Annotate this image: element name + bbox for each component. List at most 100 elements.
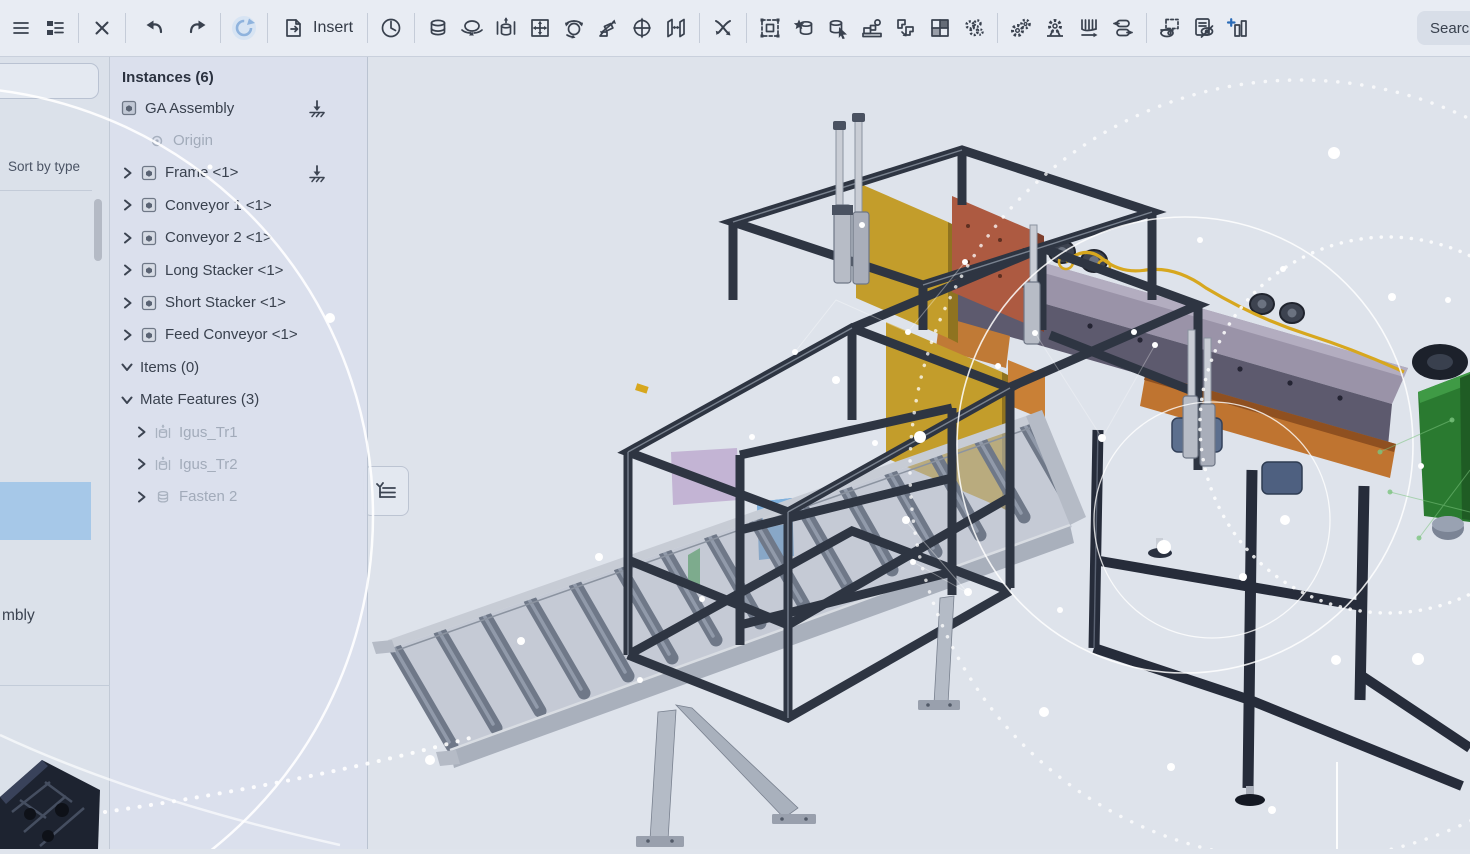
cylindrical-mate-icon[interactable] bbox=[489, 8, 523, 48]
tree-item-label: Frame <1> bbox=[165, 164, 238, 181]
path-relation-icon[interactable] bbox=[706, 8, 740, 48]
add-parts-icon[interactable] bbox=[1221, 8, 1255, 48]
chevron-right-icon[interactable] bbox=[132, 488, 150, 506]
grounded-icon bbox=[307, 99, 327, 118]
transform-icon[interactable] bbox=[821, 8, 855, 48]
selected-list-item[interactable] bbox=[0, 482, 91, 540]
display-states-icon[interactable] bbox=[1187, 8, 1221, 48]
dialog-scrollbar[interactable] bbox=[92, 193, 104, 849]
chevron-right-icon[interactable] bbox=[118, 196, 136, 214]
origin-icon bbox=[148, 132, 166, 150]
assembly-toolbar: Insert bbox=[0, 0, 1470, 57]
mate-item-label: Igus_Tr2 bbox=[179, 456, 238, 473]
items-section[interactable]: Items (0) bbox=[110, 351, 367, 383]
update-icon[interactable] bbox=[227, 8, 261, 48]
tree-item-frame[interactable]: Frame <1> bbox=[110, 157, 367, 189]
ball-mate-icon[interactable] bbox=[557, 8, 591, 48]
instances-panel: Instances (6) GA Assembly Origin Frame <… bbox=[110, 57, 368, 849]
list-view-icon[interactable] bbox=[4, 8, 38, 48]
toolbar-separator bbox=[220, 13, 221, 43]
tree-item-label: Short Stacker <1> bbox=[165, 294, 286, 311]
chevron-right-icon[interactable] bbox=[132, 455, 150, 473]
grounded-icon bbox=[307, 164, 327, 183]
machine-gear-icon[interactable] bbox=[1038, 8, 1072, 48]
star-part-icon[interactable] bbox=[787, 8, 821, 48]
mate-item-label: Igus_Tr1 bbox=[179, 424, 238, 441]
mate-item-label: Fasten 2 bbox=[179, 488, 237, 505]
chevron-right-icon[interactable] bbox=[118, 229, 136, 247]
assembly-icon bbox=[120, 99, 138, 117]
mate-item-fasten2[interactable]: Fasten 2 bbox=[110, 481, 367, 513]
mate-item-igus-tr1[interactable]: Igus_Tr1 bbox=[110, 416, 367, 448]
toolbar-separator bbox=[367, 13, 368, 43]
insert-dialog-panel: Sort by type mbly bbox=[0, 57, 110, 849]
tree-view-icon[interactable] bbox=[38, 8, 72, 48]
tree-list-icon bbox=[373, 478, 399, 504]
chevron-down-icon[interactable] bbox=[118, 358, 136, 376]
chevron-right-icon[interactable] bbox=[118, 261, 136, 279]
pattern-icon[interactable] bbox=[889, 8, 923, 48]
replicate-icon[interactable] bbox=[855, 8, 889, 48]
subassembly-icon bbox=[140, 164, 158, 182]
revolute-mate-icon[interactable] bbox=[455, 8, 489, 48]
planar-mate-icon[interactable] bbox=[523, 8, 557, 48]
tree-item-origin[interactable]: Origin bbox=[110, 124, 367, 156]
gears-cluster-icon[interactable] bbox=[957, 8, 991, 48]
toolbar-separator bbox=[699, 13, 700, 43]
tree-item-label: GA Assembly bbox=[145, 100, 234, 117]
subassembly-icon bbox=[140, 229, 158, 247]
scrollbar-thumb[interactable] bbox=[94, 199, 102, 261]
chevron-right-icon[interactable] bbox=[118, 326, 136, 344]
mate-item-igus-tr2[interactable]: Igus_Tr2 bbox=[110, 448, 367, 480]
toolbar-separator bbox=[997, 13, 998, 43]
partial-item-label: mbly bbox=[2, 607, 35, 625]
tree-item-label: Long Stacker <1> bbox=[165, 262, 283, 279]
fastened-mate-icon bbox=[154, 488, 172, 506]
pin-slot-mate-icon[interactable] bbox=[625, 8, 659, 48]
tree-item-long-stacker[interactable]: Long Stacker <1> bbox=[110, 254, 367, 286]
tree-item-label: Origin bbox=[173, 132, 213, 149]
tree-item-conveyor1[interactable]: Conveyor 1 <1> bbox=[110, 189, 367, 221]
mate-icon[interactable] bbox=[374, 8, 408, 48]
toolbar-separator bbox=[267, 13, 268, 43]
section-label: Items (0) bbox=[140, 359, 199, 376]
toolbar-separator bbox=[414, 13, 415, 43]
redo-icon[interactable] bbox=[180, 8, 214, 48]
search-label: Search bbox=[1430, 20, 1470, 37]
slider-mate-icon[interactable] bbox=[591, 8, 625, 48]
tree-collapse-handle[interactable] bbox=[363, 466, 409, 516]
linear-relation-icon[interactable] bbox=[1106, 8, 1140, 48]
tree-item-short-stacker[interactable]: Short Stacker <1> bbox=[110, 286, 367, 318]
tree-item-label: Conveyor 2 <1> bbox=[165, 229, 272, 246]
section-label: Mate Features (3) bbox=[140, 391, 259, 408]
undo-icon[interactable] bbox=[138, 8, 172, 48]
tangent-mate-icon[interactable] bbox=[659, 8, 693, 48]
subassembly-icon bbox=[140, 261, 158, 279]
part-thumbnail[interactable] bbox=[0, 752, 110, 849]
instances-header: Instances (6) bbox=[110, 67, 367, 92]
section-view-icon[interactable] bbox=[1153, 8, 1187, 48]
dialog-filter-box[interactable] bbox=[0, 63, 99, 99]
chevron-right-icon[interactable] bbox=[132, 423, 150, 441]
search-input[interactable]: Search bbox=[1417, 11, 1470, 45]
screw-relation-icon[interactable] bbox=[1072, 8, 1106, 48]
mate-features-section[interactable]: Mate Features (3) bbox=[110, 384, 367, 416]
dialog-divider bbox=[0, 685, 110, 686]
tree-item-ga-assembly[interactable]: GA Assembly bbox=[110, 92, 367, 124]
insert-label: Insert bbox=[313, 19, 353, 37]
cylindrical-mate-icon bbox=[154, 423, 172, 441]
chevron-right-icon[interactable] bbox=[118, 294, 136, 312]
chevron-right-icon[interactable] bbox=[118, 164, 136, 182]
toolbar-separator bbox=[125, 13, 126, 43]
insert-button[interactable]: Insert bbox=[274, 8, 361, 48]
tree-item-conveyor2[interactable]: Conveyor 2 <1> bbox=[110, 222, 367, 254]
gear-relation-icon[interactable] bbox=[1004, 8, 1038, 48]
group-icon[interactable] bbox=[753, 8, 787, 48]
toolbar-separator bbox=[1146, 13, 1147, 43]
tree-item-feed-conveyor[interactable]: Feed Conveyor <1> bbox=[110, 319, 367, 351]
sort-by-type-label: Sort by type bbox=[8, 159, 80, 174]
bom-table-icon[interactable] bbox=[923, 8, 957, 48]
close-icon[interactable] bbox=[85, 8, 119, 48]
chevron-down-icon[interactable] bbox=[118, 391, 136, 409]
fastened-mate-icon[interactable] bbox=[421, 8, 455, 48]
